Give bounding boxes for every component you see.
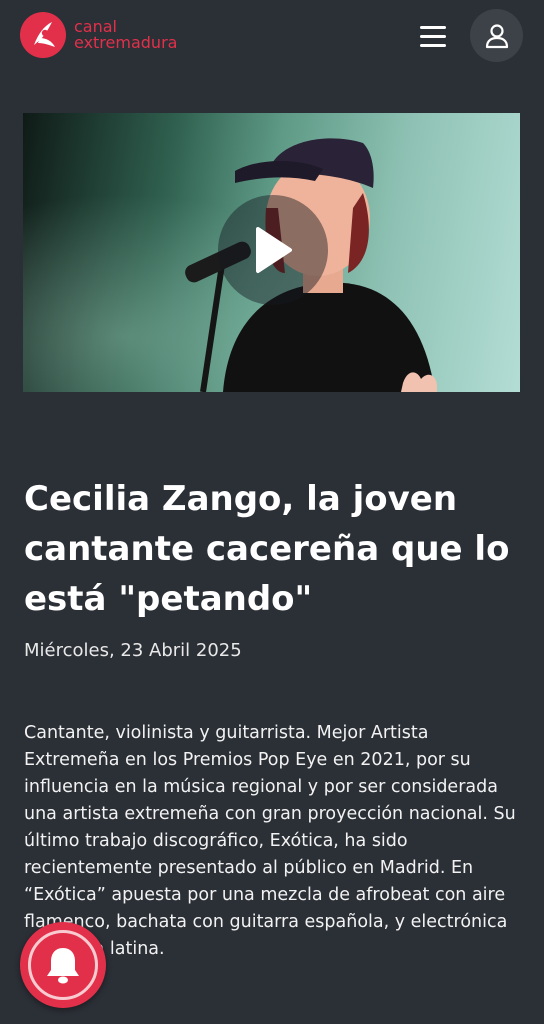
hamburger-menu-button[interactable]	[414, 20, 452, 52]
notification-bell-ring	[28, 930, 98, 1000]
article-date: Miércoles, 23 Abril 2025	[24, 640, 242, 661]
hamburger-menu-icon	[420, 25, 446, 29]
logo-text: canal extremadura	[74, 19, 177, 51]
bell-icon	[47, 948, 79, 984]
play-icon	[256, 227, 292, 273]
video-player[interactable]	[23, 113, 520, 392]
logo-line-2: extremadura	[74, 33, 178, 52]
article-title: Cecilia Zango, la joven cantante cacereñ…	[24, 479, 510, 619]
user-icon	[485, 23, 508, 48]
notification-bell-button[interactable]	[20, 922, 106, 1008]
article-body: Cantante, violinista y guitarrista. Mejo…	[24, 723, 516, 959]
video-play-button[interactable]	[218, 195, 328, 305]
logo-mark-icon	[20, 12, 66, 58]
hamburger-menu-icon-bar	[420, 43, 446, 47]
user-account-button[interactable]	[470, 9, 523, 62]
canal-extremadura-logo[interactable]: canal extremadura	[20, 12, 177, 58]
article-page: canal extremadura Cecilia Zango, la jove…	[0, 0, 544, 1024]
site-header: canal extremadura	[0, 0, 544, 72]
hamburger-menu-icon-bar	[420, 34, 446, 38]
